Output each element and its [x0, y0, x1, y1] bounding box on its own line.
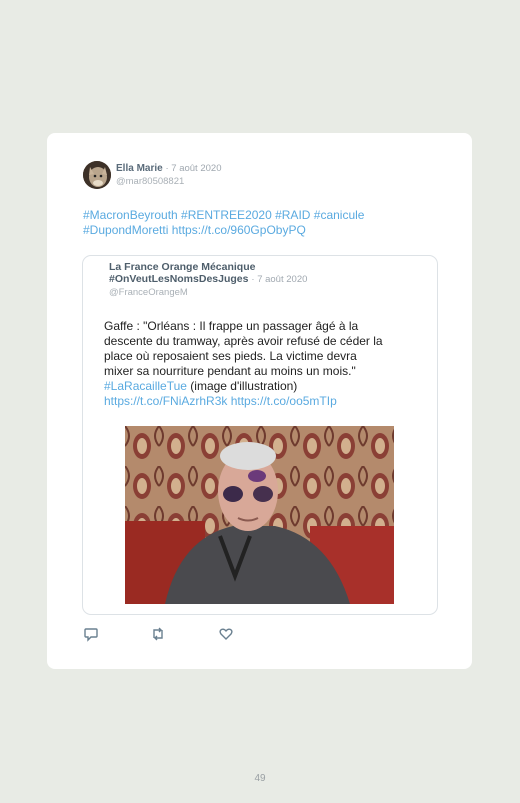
quoted-image[interactable]: [125, 426, 394, 604]
quoted-date: · 7 août 2020: [251, 274, 308, 285]
quoted-hashtag[interactable]: #LaRacailleTue: [104, 379, 187, 393]
quoted-text-line: Gaffe : "Orléans : Il frappe un passager…: [104, 319, 359, 333]
tweet-date: · 7 août 2020: [165, 163, 222, 174]
quoted-hashtag-suffix: (image d'illustration): [186, 379, 298, 393]
tweet-card: Ella Marie · 7 août 2020 @mar80508821 #M…: [47, 133, 472, 669]
quoted-text-line: mixer sa nourriture pendant au moins un …: [104, 364, 356, 378]
quoted-text-line: descente du tramway, après avoir refusé …: [104, 334, 383, 348]
quoted-author-name[interactable]: La France Orange Mécanique: [109, 261, 255, 273]
author-handle[interactable]: @mar80508821: [116, 176, 184, 187]
author-name-text[interactable]: Ella Marie: [116, 163, 163, 174]
quoted-author-tag: #OnVeutLesNomsDesJuges · 7 août 2020: [109, 273, 307, 285]
quoted-links[interactable]: https://t.co/FNiAzrhR3k https://t.co/oo5…: [104, 394, 419, 409]
page-number: 49: [254, 773, 266, 784]
retweet-icon[interactable]: [150, 626, 166, 642]
like-icon[interactable]: [218, 626, 234, 642]
tweet-text-line[interactable]: #MacronBeyrouth #RENTREE2020 #RAID #cani…: [83, 208, 443, 223]
quoted-author-tag-text[interactable]: #OnVeutLesNomsDesJuges: [109, 273, 248, 285]
quoted-handle[interactable]: @FranceOrangeM: [109, 287, 188, 298]
quoted-text: Gaffe : "Orléans : Il frappe un passager…: [104, 319, 419, 409]
quoted-text-line: place où reposaient ses pieds. La victim…: [104, 349, 357, 363]
tweet-text: #MacronBeyrouth #RENTREE2020 #RAID #cani…: [83, 208, 443, 238]
tweet-actions: [83, 626, 283, 642]
reply-icon[interactable]: [83, 626, 99, 642]
tweet-text-line[interactable]: #DupondMoretti https://t.co/960GpObyPQ: [83, 223, 443, 238]
quoted-tweet[interactable]: La France Orange Mécanique #OnVeutLesNom…: [82, 255, 438, 615]
author-name[interactable]: Ella Marie · 7 août 2020: [116, 163, 221, 174]
avatar[interactable]: [83, 161, 111, 189]
quoted-hashtag-line: #LaRacailleTue (image d'illustration): [104, 379, 419, 394]
